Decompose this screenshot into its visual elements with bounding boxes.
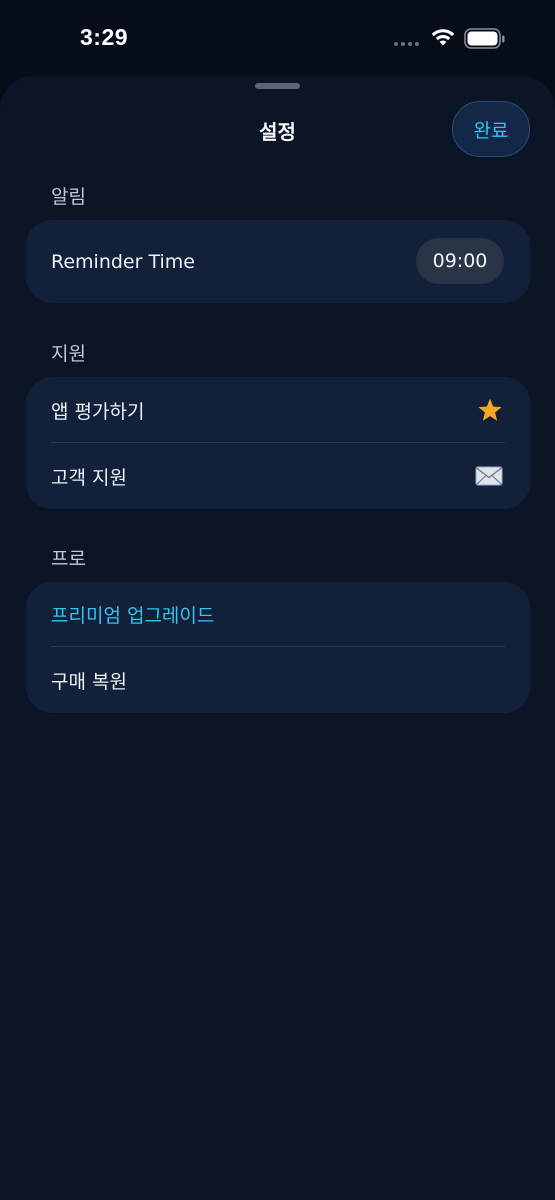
pro-card: 프리미엄 업그레이드 구매 복원 bbox=[26, 582, 530, 713]
customer-support-row[interactable]: 고객 지원 bbox=[26, 443, 530, 509]
restore-purchase-label: 구매 복원 bbox=[51, 670, 127, 693]
restore-purchase-row[interactable]: 구매 복원 bbox=[26, 647, 530, 713]
section-header-pro: 프로 bbox=[51, 548, 86, 570]
support-card: 앱 평가하기 고객 지원 bbox=[26, 377, 530, 509]
rate-app-row[interactable]: 앱 평가하기 bbox=[26, 377, 530, 443]
section-header-support: 지원 bbox=[51, 343, 86, 365]
star-icon bbox=[478, 398, 502, 421]
settings-sheet: 설정 완료 알림 Reminder Time 09:00 지원 앱 평가하기 고… bbox=[0, 76, 555, 1200]
wifi-icon bbox=[431, 29, 455, 46]
signal-dots-icon bbox=[394, 42, 419, 46]
reminder-time-row[interactable]: Reminder Time 09:00 bbox=[26, 220, 530, 303]
done-button[interactable]: 완료 bbox=[452, 101, 530, 157]
rate-app-label: 앱 평가하기 bbox=[51, 400, 145, 423]
notifications-card: Reminder Time 09:00 bbox=[26, 220, 530, 303]
premium-upgrade-row[interactable]: 프리미엄 업그레이드 bbox=[26, 582, 530, 647]
status-time: 3:29 bbox=[80, 24, 129, 50]
envelope-icon bbox=[475, 466, 503, 486]
battery-icon bbox=[464, 28, 505, 49]
sheet-grabber[interactable] bbox=[255, 83, 300, 89]
customer-support-label: 고객 지원 bbox=[51, 466, 127, 489]
premium-upgrade-label: 프리미엄 업그레이드 bbox=[51, 605, 215, 627]
section-header-notifications: 알림 bbox=[51, 186, 86, 208]
reminder-time-picker[interactable]: 09:00 bbox=[416, 238, 504, 284]
status-bar: 3:29 bbox=[0, 0, 555, 76]
reminder-time-label: Reminder Time bbox=[51, 250, 195, 273]
